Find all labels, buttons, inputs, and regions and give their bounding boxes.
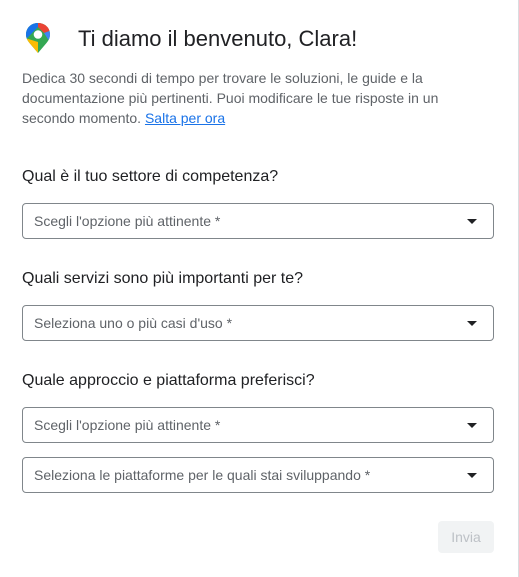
select-placeholder: Scegli l'opzione più attinente * [34,417,221,433]
dropdown-arrow-icon [467,423,477,428]
question-approach: Quale approccio e piattaforma preferisci… [22,372,315,389]
dropdown-arrow-icon [467,473,477,478]
platforms-select[interactable]: Seleziona le piattaforme per le quali st… [22,457,494,493]
approach-select[interactable]: Scegli l'opzione più attinente * [22,407,494,443]
submit-button[interactable]: Invia [438,521,494,553]
select-placeholder: Seleziona le piattaforme per le quali st… [34,467,371,483]
question-services: Quali servizi sono più importanti per te… [22,270,304,287]
skip-link[interactable]: Salta per ora [145,110,225,126]
welcome-dialog: Ti diamo il benvenuto, Clara! Dedica 30 … [0,0,519,577]
select-placeholder: Seleziona uno o più casi d'uso * [34,315,233,331]
dropdown-arrow-icon [467,321,477,326]
select-placeholder: Scegli l'opzione più attinente * [34,213,221,229]
intro-text: Dedica 30 secondi di tempo per trovare l… [22,68,482,128]
dropdown-arrow-icon [467,219,477,224]
dialog-header [24,22,52,54]
question-expertise: Qual è il tuo settore di competenza? [22,168,279,185]
google-maps-pin-icon [26,23,50,53]
dialog-title: Ti diamo il benvenuto, Clara! [78,26,358,51]
use-cases-select[interactable]: Seleziona uno o più casi d'uso * [22,305,494,341]
intro-description: Dedica 30 secondi di tempo per trovare l… [22,70,439,126]
expertise-select[interactable]: Scegli l'opzione più attinente * [22,203,494,239]
